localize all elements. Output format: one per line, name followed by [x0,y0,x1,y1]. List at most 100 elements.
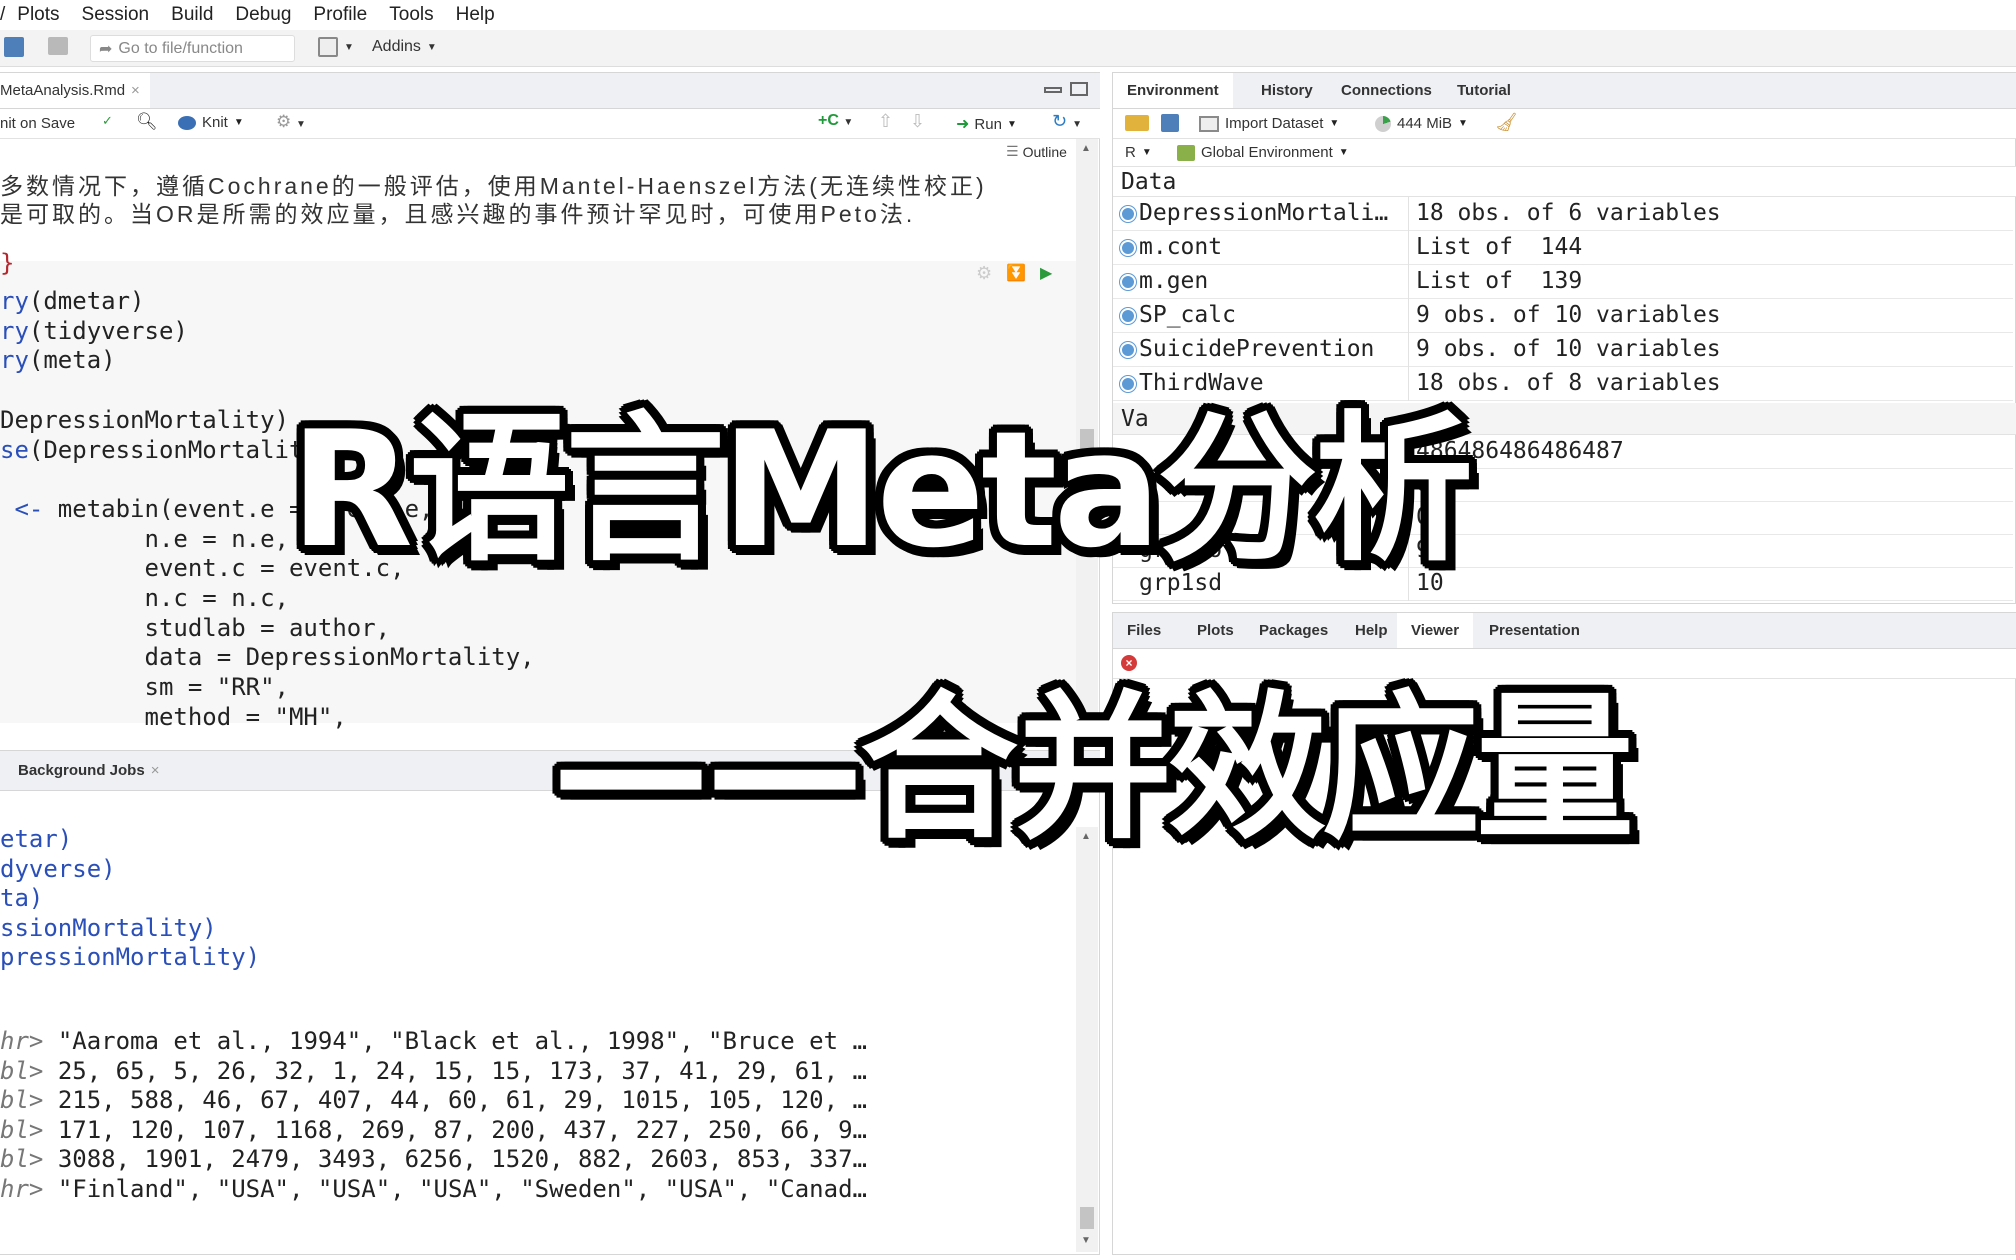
goto-file-input[interactable]: ➦ Go to file/function [90,35,295,62]
broom-icon[interactable]: 🧹︎ [1495,112,1518,133]
tab-connections[interactable]: Connections [1329,73,1444,108]
env-var-name: m.gen [1139,268,1209,294]
env-toolbar: Import Dataset ▼ 444 MiB ▼ 🧹︎ [1113,109,2016,139]
chunk-gear-icon[interactable]: ⚙ [976,263,992,284]
column-values: 3088, 1901, 2479, 3493, 6256, 1520, 882,… [57,1145,867,1174]
env-var-name: DepressionMortali… [1139,200,1389,226]
knit-icon [178,115,196,130]
console-echo-line: dyverse) [0,854,116,883]
console-echo-line: ta) [0,884,44,913]
expand-icon[interactable] [1120,308,1136,324]
main-toolbar: ▼ Addins ▼ [0,30,2016,67]
menu-session[interactable]: Session [82,4,150,26]
memory-label: 444 MiB [1397,115,1453,132]
addins-menu[interactable]: Addins ▼ [372,38,437,56]
open-folder-icon[interactable] [1125,115,1149,131]
tab-label: Background Jobs [18,762,145,779]
outline-button[interactable]: ☰ Outline [1006,143,1067,160]
rerun-icon[interactable]: ↻ ▼ [1052,111,1082,132]
print-icon[interactable] [48,37,68,55]
code-line: ry(dmetar) [0,287,145,315]
console-echo-line: pressionMortality) [0,943,261,972]
close-icon[interactable]: × [151,762,160,779]
menu-plots[interactable]: Plots [17,4,59,26]
env-row[interactable]: DepressionMortali… 18 obs. of 6 variables [1113,197,2013,231]
run-arrow-icon: ➜ [956,116,970,133]
env-var-name: m.cont [1139,234,1223,260]
tab-history[interactable]: History [1249,73,1325,108]
code-fragment: se [0,435,29,464]
menu-profile[interactable]: Profile [313,4,367,26]
run-button[interactable]: ➜ Run ▼ [956,114,1017,134]
expand-icon[interactable] [1120,342,1136,358]
code-text: DepressionMortality) [0,405,289,434]
spellcheck-icon[interactable]: ✓ [102,113,113,129]
outline-label: Outline [1022,143,1067,160]
import-dataset-label: Import Dataset [1225,115,1324,132]
env-var-value: 18 obs. of 6 variables [1416,200,1721,226]
menu-debug[interactable]: Debug [235,4,291,26]
data-header-label: Data [1121,169,1177,195]
menu-build[interactable]: Build [171,4,213,26]
tab-label: Help [1355,622,1388,639]
code-text: n.e = n.e, [0,524,289,553]
data-section-header: Data [1113,167,2016,197]
code-text: n.c = n.c, [0,584,289,612]
env-var-value: 9 obs. of 10 variables [1416,302,1721,328]
search-icon[interactable]: 🔍︎ [136,112,158,132]
column-divider [1408,197,1409,231]
knit-on-save[interactable]: nit on Save [0,115,75,132]
close-icon[interactable]: × [131,82,140,99]
maximize-icon[interactable] [1070,82,1088,96]
expand-icon[interactable] [1120,274,1136,290]
code-text: (dmetar) [28,287,145,315]
env-row[interactable]: m.gen List of 139 [1113,265,2013,299]
expand-icon[interactable] [1120,206,1136,222]
up-arrow-icon[interactable]: ⇧ [878,111,893,132]
code-fragment: <- [0,494,58,523]
menu-help[interactable]: Help [456,4,495,26]
import-dataset-button[interactable]: Import Dataset ▼ [1199,115,1339,132]
column-type: bl> [0,1086,44,1115]
overlay-title: R语言Meta分析 [290,396,1473,583]
console-glimpse-line: bl> 171, 120, 107, 1168, 269, 87, 200, 4… [0,1116,867,1144]
menu-tools[interactable]: Tools [389,4,433,26]
knit-button[interactable]: Knit ▼ [178,114,244,131]
save-all-icon[interactable] [4,37,24,57]
console-echo-line: etar) [0,825,73,853]
run-chunk-icon[interactable]: ▶ [1040,263,1052,283]
run-label: Run [974,115,1002,133]
code-text: (meta) [28,346,116,375]
column-type: bl> [0,1056,44,1085]
tab-label: Connections [1341,82,1432,99]
environment-icon [1177,144,1195,161]
memory-usage[interactable]: 444 MiB ▼ [1375,115,1468,132]
tab-label: Environment [1127,82,1219,99]
code-fragment: ry [0,287,29,315]
minimize-icon[interactable] [1044,87,1062,93]
tab-background-jobs[interactable]: Background Jobs × [6,751,172,790]
scroll-up-icon[interactable]: ▲ [1081,143,1091,154]
chunk-close-brace: } [0,249,15,277]
down-arrow-icon[interactable]: ⇩ [910,111,925,132]
tab-tutorial[interactable]: Tutorial [1445,73,1523,108]
tab-environment[interactable]: Environment [1113,73,1233,108]
gear-icon[interactable]: ⚙ ▼ [276,112,306,132]
grid-icon[interactable]: ▼ [318,37,354,57]
insert-chunk-icon[interactable]: +C ▼ [818,112,853,130]
console-scrollbar[interactable]: ▲ ▼ [1076,827,1098,1252]
env-row[interactable]: m.cont List of 144 [1113,231,2013,265]
save-icon[interactable] [1161,114,1179,132]
run-previous-chunks-icon[interactable]: ⏬ [1006,263,1026,283]
code-line: data = DepressionMortality, [0,643,534,671]
env-row[interactable]: SP_calc 9 obs. of 10 variables [1113,299,2013,333]
expand-icon[interactable] [1120,240,1136,256]
language-select[interactable]: R ▼ [1125,144,1152,161]
markdown-text-line: 是可取的。当OR是所需的效应量，且感兴趣的事件预计罕见时，可使用Peto法. [0,201,916,227]
tab-metaanalysis[interactable]: MetaAnalysis.Rmd × [0,73,150,108]
scope-select[interactable]: Global Environment ▼ [1177,144,1349,161]
scroll-thumb[interactable] [1080,1207,1094,1229]
scroll-down-icon[interactable]: ▼ [1081,1235,1091,1246]
code-line: n.c = n.c, [0,584,289,612]
code-fragment: ry [0,316,29,345]
